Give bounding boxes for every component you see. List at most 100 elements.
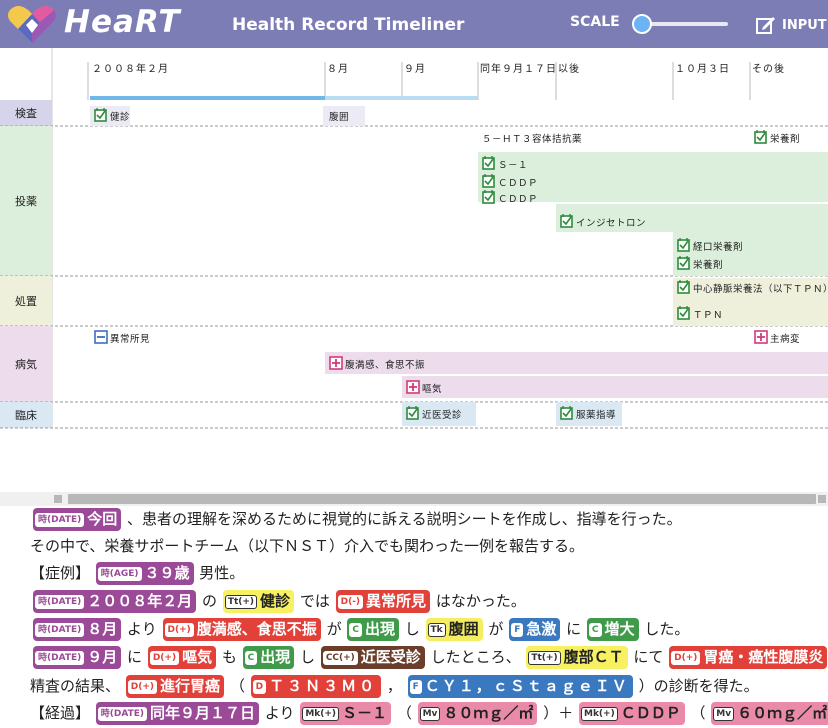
annotation-tag[interactable]: Tk 腹囲: [425, 618, 483, 641]
timeline-event[interactable]: 栄養剤: [750, 128, 826, 148]
annotation-text: 近医受診: [360, 648, 421, 666]
timeline-event[interactable]: ５－ＨＴ３容体拮抗薬: [476, 128, 598, 148]
event-label: 近医受診: [422, 409, 462, 421]
scrollbar-thumb[interactable]: [68, 494, 816, 504]
date-label: ８月: [327, 63, 349, 75]
text-line: 時(DATE) ９月 に D(+) 嘔気 も C 出現 し CC(+) 近医受診 したと…: [32, 644, 828, 670]
text-line: その中で、栄養サポートチーム（以下ＮＳＴ）介入でも関わった一例を報告する。: [30, 533, 584, 559]
plain-text: はなかった。: [431, 592, 526, 610]
plain-text: 【経過】: [30, 704, 95, 722]
input-button[interactable]: INPUT: [756, 13, 827, 37]
plain-text: し: [295, 648, 320, 666]
scale-slider[interactable]: [628, 12, 728, 36]
annotation-text: ２００８年２月: [87, 592, 193, 610]
check-icon: [482, 190, 495, 204]
event-span: [402, 376, 828, 398]
plain-text: ，: [382, 677, 407, 695]
plain-text: した。: [639, 620, 690, 638]
annotation-type-label: Mv: [713, 707, 735, 721]
annotation-tag[interactable]: D(+) 嘔気: [147, 646, 217, 669]
app-brand: HeaRT: [64, 4, 181, 40]
scroll-right-arrow-icon[interactable]: [818, 495, 826, 503]
annotation-text: 腹部ＣＴ: [563, 648, 624, 666]
event-label: 異常所見: [110, 333, 150, 345]
annotation-tag[interactable]: D(-) 異常所見: [335, 590, 431, 613]
timeline-event[interactable]: 腹満感、食思不振: [329, 356, 425, 371]
annotation-tag[interactable]: F 急激: [509, 618, 561, 641]
annotation-text: 増大: [604, 620, 635, 638]
annotation-tag[interactable]: Mv ８０ｍｇ／㎡: [417, 702, 538, 725]
check-icon: [94, 108, 107, 122]
plus-icon: [406, 380, 420, 394]
annotation-tag[interactable]: Tt(+) 腹部ＣＴ: [526, 646, 628, 669]
minus-icon: [94, 330, 108, 344]
annotation-tag[interactable]: 時(DATE) ９月: [33, 646, 122, 669]
app-header: HeaRT Health Record Timeliner SCALE INPU…: [0, 0, 828, 48]
annotation-type-label: 時(AGE): [97, 567, 142, 581]
annotation-tag[interactable]: D(+) 胃癌・癌性腹膜炎: [669, 646, 828, 669]
annotation-type-label: Tk: [427, 623, 446, 637]
plain-text: の: [197, 592, 222, 610]
annotation-type-label: Mk(+): [302, 707, 340, 721]
annotation-tag[interactable]: 時(DATE) 同年９月１７日: [95, 702, 260, 725]
annotation-tag[interactable]: C 出現: [347, 618, 399, 641]
date-label: 以後: [558, 62, 580, 75]
event-label: 経口栄養剤: [693, 241, 743, 253]
annotation-tag[interactable]: 時(AGE) ３９歳: [95, 562, 194, 585]
text-line: 時(DATE) 今回 、患者の理解を深めるために視覚的に訴える説明シートを作成し、…: [32, 506, 682, 532]
range-bar: [90, 96, 325, 100]
timeline-event[interactable]: 健診: [90, 106, 130, 126]
annotation-tag[interactable]: C 出現: [242, 646, 295, 669]
plus-icon: [329, 356, 343, 370]
annotation-text: 健診: [260, 592, 291, 610]
horizontal-scrollbar[interactable]: [0, 492, 828, 506]
plain-text: 精査の結果、: [30, 677, 125, 695]
annotation-text: ３９歳: [144, 564, 190, 582]
annotation-tag[interactable]: D(+) 進行胃癌: [125, 675, 225, 698]
event-label: 嘔気: [422, 383, 442, 395]
annotation-tag[interactable]: D Ｔ３Ｎ３Ｍ０: [250, 675, 382, 698]
annotation-type-label: D(+): [149, 651, 180, 665]
check-icon: [482, 156, 495, 170]
plain-text: ）の診断を得た。: [633, 677, 759, 695]
annotation-tag[interactable]: Mk(+) ＣＤＤＰ: [578, 702, 685, 725]
annotation-type-label: 時(DATE): [35, 595, 85, 609]
annotation-tag[interactable]: CC(+) 近医受診: [320, 646, 425, 669]
input-label: INPUT: [782, 17, 827, 33]
annotation-type-label: D(+): [671, 651, 701, 665]
annotation-tag[interactable]: Mk(+) Ｓ－１: [300, 702, 392, 725]
event-label: 服薬指導: [576, 409, 616, 421]
annotation-type-label: Tt(+): [528, 651, 561, 665]
annotation-type-label: Tt(+): [224, 595, 258, 609]
annotation-tag[interactable]: Mv ６０ｍｇ／㎡: [711, 702, 828, 725]
slider-thumb[interactable]: [632, 14, 652, 34]
annotation-type-label: F: [511, 623, 524, 637]
text-line: 【経過】 時(DATE) 同年９月１７日 より Mk(+) Ｓ－１ （ Mv ８０ｍｇ…: [30, 700, 828, 726]
annotation-tag[interactable]: D(+) 腹満感、食思不振: [162, 618, 321, 641]
annotation-text: Ｔ３Ｎ３Ｍ０: [269, 677, 378, 695]
plain-text: （: [685, 704, 711, 722]
plain-text: ）＋: [538, 704, 578, 722]
annotation-tag[interactable]: F ＣＹ１，ｃＳｔａｇｅＩＶ: [407, 675, 633, 698]
timeline-event[interactable]: 腹囲: [323, 106, 365, 126]
annotation-tag[interactable]: 時(DATE) ２００８年２月: [33, 590, 197, 613]
annotation-tag[interactable]: 時(DATE) 今回: [33, 508, 122, 531]
annotation-text: 胃癌・癌性腹膜炎: [703, 648, 824, 666]
annotation-type-label: C: [349, 623, 362, 637]
text-line: 時(DATE) ２００８年２月 の Tt(+) 健診 では D(-) 異常所見 はなか…: [32, 588, 526, 614]
annotation-tag[interactable]: 時(DATE) ８月: [33, 618, 122, 641]
annotation-tag[interactable]: Tt(+) 健診: [222, 590, 295, 613]
plain-text: より: [122, 620, 162, 638]
annotation-type-label: Mk(+): [580, 707, 618, 721]
plain-text: したところ、: [425, 648, 526, 666]
event-label: 栄養剤: [770, 133, 800, 145]
date-label: ９月: [404, 63, 426, 75]
timeline-event[interactable]: 主病変: [750, 328, 826, 348]
annotation-tag[interactable]: C 増大: [586, 618, 639, 641]
annotation-text: 進行胃癌: [160, 677, 221, 695]
timeline-event[interactable]: 嘔気: [406, 380, 442, 395]
timeline-event[interactable]: 異常所見: [90, 328, 152, 348]
scroll-left-arrow-icon[interactable]: [54, 495, 62, 503]
annotation-text: 出現: [260, 648, 291, 666]
row-label: 臨床: [15, 408, 37, 422]
